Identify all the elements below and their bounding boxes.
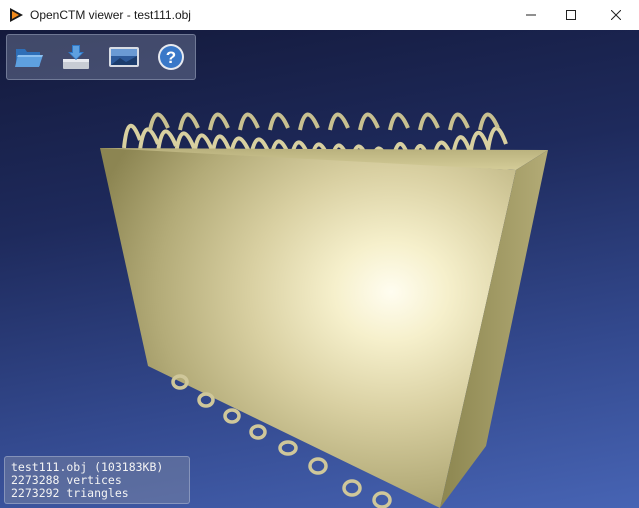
toolbar: ?	[6, 34, 196, 80]
maximize-button[interactable]	[548, 0, 594, 30]
help-icon: ?	[158, 44, 184, 70]
svg-text:?: ?	[166, 48, 176, 67]
close-icon	[611, 10, 621, 20]
open-file-button[interactable]	[12, 41, 46, 73]
maximize-icon	[566, 10, 576, 20]
screenshot-icon	[109, 47, 139, 67]
triangle-count: 2273292 triangles	[11, 486, 129, 500]
minimize-icon	[526, 14, 536, 16]
title-bar[interactable]: OpenCTM viewer - test111.obj	[0, 0, 639, 30]
window-title: OpenCTM viewer - test111.obj	[30, 8, 191, 22]
save-tray-icon	[63, 45, 89, 69]
app-window: OpenCTM viewer - test111.obj ? test111.o…	[0, 0, 639, 508]
help-button[interactable]: ?	[154, 41, 188, 73]
close-button[interactable]	[593, 0, 639, 30]
model-info-panel: test111.obj (103183KB) 2273288 vertices …	[4, 456, 190, 504]
folder-open-icon	[15, 49, 43, 67]
3d-viewport[interactable]: ? test111.obj (103183KB) 2273288 vertice…	[0, 30, 639, 508]
app-play-icon	[8, 7, 24, 23]
model-render	[100, 112, 548, 508]
snapshot-button[interactable]	[107, 41, 141, 73]
save-file-button[interactable]	[59, 41, 93, 73]
